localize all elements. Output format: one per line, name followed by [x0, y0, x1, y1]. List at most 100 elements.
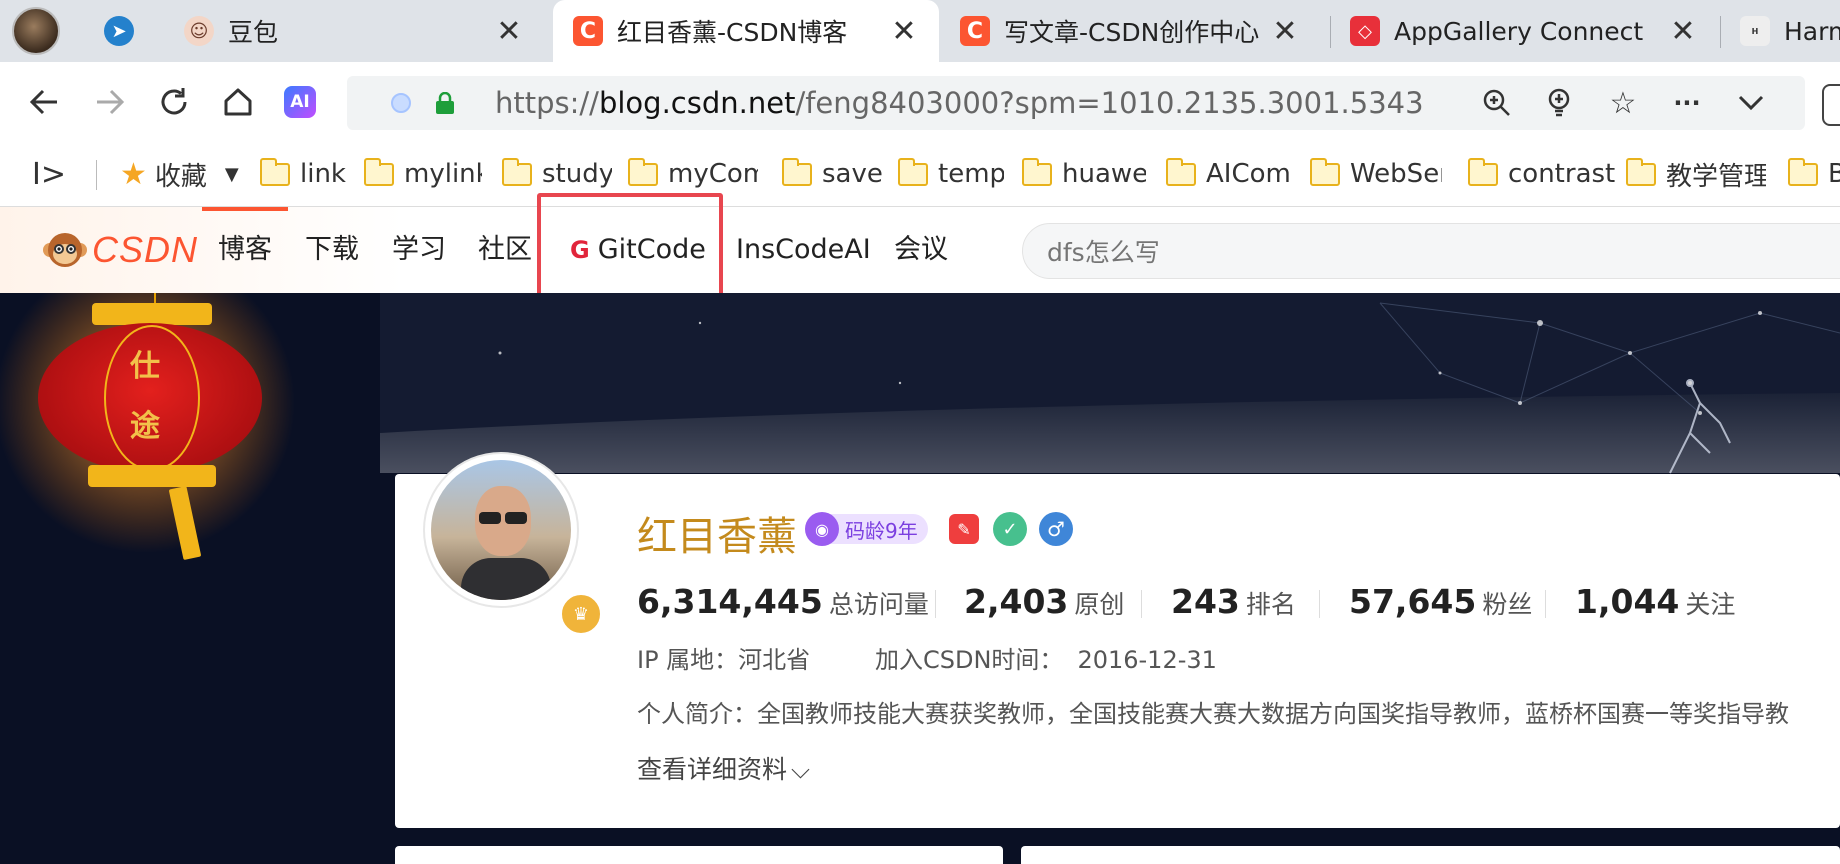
tab-appgallery[interactable]: ◇ AppGallery Connect ✕ [1330, 0, 1718, 62]
code-age-label: 码龄9年 [845, 518, 918, 543]
tab-title: 红目香薰-CSDN博客 [617, 18, 848, 47]
stat-label: 粉丝 [1482, 590, 1533, 619]
close-icon[interactable]: ✕ [1668, 14, 1698, 49]
telegram-icon: ➤ [104, 16, 134, 46]
bookmark-folder[interactable]: temp [898, 142, 1004, 206]
stat-label: 总访问量 [828, 590, 929, 619]
chevron-down-icon: ⌵ [791, 755, 810, 784]
bookmark-folder[interactable]: save [782, 142, 882, 206]
url-text[interactable]: https://blog.csdn.net/feng8403000?spm=10… [495, 76, 1424, 130]
lightbulb-icon[interactable] [1533, 77, 1585, 129]
close-icon[interactable]: ✕ [1270, 14, 1300, 49]
nav-item-meeting[interactable]: 会议 [894, 207, 948, 293]
bookmark-label: huawei [1062, 159, 1146, 189]
home-icon[interactable] [212, 76, 264, 128]
bookmark-label: AICom [1206, 159, 1290, 189]
folder-icon [1310, 157, 1340, 186]
view-details-link[interactable]: 查看详细资料 ⌵ [637, 750, 810, 786]
star-icon: ★ [120, 156, 147, 192]
stat-followers[interactable]: 57,645 粉丝 [1349, 582, 1532, 621]
profile-avatar-icon [12, 7, 60, 55]
csdn-icon: C [960, 16, 990, 46]
back-arrow-icon[interactable] [18, 76, 70, 128]
forward-arrow-icon[interactable] [84, 76, 136, 128]
bookmark-label: study [542, 159, 612, 189]
site-info-icon[interactable] [391, 93, 411, 113]
folder-icon [1022, 157, 1052, 186]
more-dots-icon[interactable]: ··· [1661, 77, 1713, 129]
tab-harmonyos[interactable]: H Harm [1720, 0, 1840, 62]
folder-icon [898, 157, 928, 186]
favorites-label: 收藏 [154, 161, 207, 192]
folder-icon [1468, 157, 1498, 186]
csdn-icon: C [573, 16, 603, 46]
search-input[interactable] [1045, 224, 1749, 280]
stat-rank[interactable]: 243 排名 [1171, 582, 1296, 621]
extension-icon[interactable] [1822, 84, 1840, 126]
nav-item-blog[interactable]: 博客 [218, 207, 272, 293]
bookmark-folder[interactable]: huawei [1022, 142, 1146, 206]
tab-csdn-editor[interactable]: C 写文章-CSDN创作中心 ✕ [940, 0, 1320, 62]
search-box[interactable] [1022, 223, 1840, 280]
stat-value: 6,314,445 [637, 582, 823, 621]
tab-doubao[interactable]: ☺ 豆包 ✕ [164, 0, 544, 62]
bookmark-label: myCom [668, 159, 758, 189]
stat-value: 1,044 [1575, 582, 1680, 621]
folder-icon [364, 157, 394, 186]
bookmark-label: temp [938, 159, 1004, 189]
zoom-icon[interactable] [1471, 77, 1523, 129]
stat-visits[interactable]: 6,314,445 总访问量 [637, 582, 929, 621]
join-date-row: 加入CSDN时间： 2016-12-31 [875, 640, 1217, 675]
bookmark-folder[interactable]: link [260, 142, 350, 206]
nav-item-inscodeai[interactable]: InsCodeAI [736, 207, 871, 293]
bookmark-label: link [300, 159, 346, 189]
verified-user-badge-icon[interactable]: ✓ [993, 512, 1027, 546]
nav-item-learn[interactable]: 学习 [392, 207, 446, 293]
tab-profile-avatar[interactable] [0, 0, 70, 62]
profile-card: ♛ 红目香薰 ◉ 码龄9年 ✎ ✓ ♂ 6,314,445 总访问量 2,403 原… [395, 454, 1840, 828]
csdn-top-nav: CSDN 博客 下载 学习 社区 G GitCode InsCodeAI 会议 [0, 193, 1840, 303]
bookmark-label: save [822, 159, 882, 189]
nav-item-community[interactable]: 社区 [478, 207, 532, 293]
url-path: /feng8403000?spm=1010.2135.3001.5343 [795, 86, 1424, 120]
monkey-logo-icon [43, 233, 87, 267]
bookmark-folder[interactable]: 教学管理 [1626, 142, 1766, 206]
refresh-icon[interactable] [148, 76, 200, 128]
view-details-label: 查看详细资料 [637, 755, 788, 784]
favorite-star-icon[interactable]: ☆ [1597, 77, 1649, 129]
favorites-button[interactable]: ★ 收藏 ▼ [120, 142, 239, 206]
chevron-down-icon[interactable] [1725, 77, 1777, 129]
avatar[interactable] [425, 454, 577, 606]
address-bar[interactable]: https://blog.csdn.net/feng8403000?spm=10… [347, 76, 1805, 130]
tab-csdn-blog[interactable]: C 红目香薰-CSDN博客 ✕ [553, 0, 939, 62]
stat-original[interactable]: 2,403 原创 [964, 582, 1124, 621]
bookmark-folder[interactable]: contrast [1468, 142, 1624, 206]
content-card-right [1021, 846, 1840, 864]
folder-icon [628, 157, 658, 186]
gender-male-badge-icon[interactable]: ♂ [1039, 512, 1073, 546]
tab-telegram[interactable]: ➤ [84, 0, 164, 62]
csdn-logo-text: CSDN [92, 229, 199, 270]
bookmark-folder[interactable]: B [1788, 142, 1840, 206]
nav-item-download[interactable]: 下载 [305, 207, 359, 293]
code-age-badge: ◉ 码龄9年 [805, 512, 928, 546]
bookmark-folder[interactable]: WebSer [1310, 142, 1442, 206]
tab-title: AppGallery Connect [1394, 16, 1644, 46]
stat-following[interactable]: 1,044 关注 [1575, 582, 1735, 621]
folder-icon [260, 157, 290, 186]
close-icon[interactable]: ✕ [494, 14, 524, 49]
ip-location: IP 属地：河北省 [637, 646, 811, 674]
folder-icon [502, 157, 532, 186]
bookmark-label: B [1828, 159, 1840, 189]
bookmark-folder[interactable]: mylink [364, 142, 482, 206]
profile-name: 红目香薰 [637, 514, 797, 560]
sidebar-toggle-icon[interactable]: I> [32, 142, 66, 206]
csdn-logo[interactable]: CSDN [42, 227, 198, 273]
lock-icon[interactable] [435, 91, 455, 114]
close-icon[interactable]: ✕ [889, 14, 919, 49]
ai-assistant-icon[interactable]: AI [274, 76, 326, 128]
bookmark-folder[interactable]: AICom [1166, 142, 1290, 206]
lantern-character: 途 [130, 409, 160, 444]
blog-expert-badge-icon[interactable]: ✎ [949, 514, 979, 544]
stat-value: 57,645 [1349, 582, 1477, 621]
